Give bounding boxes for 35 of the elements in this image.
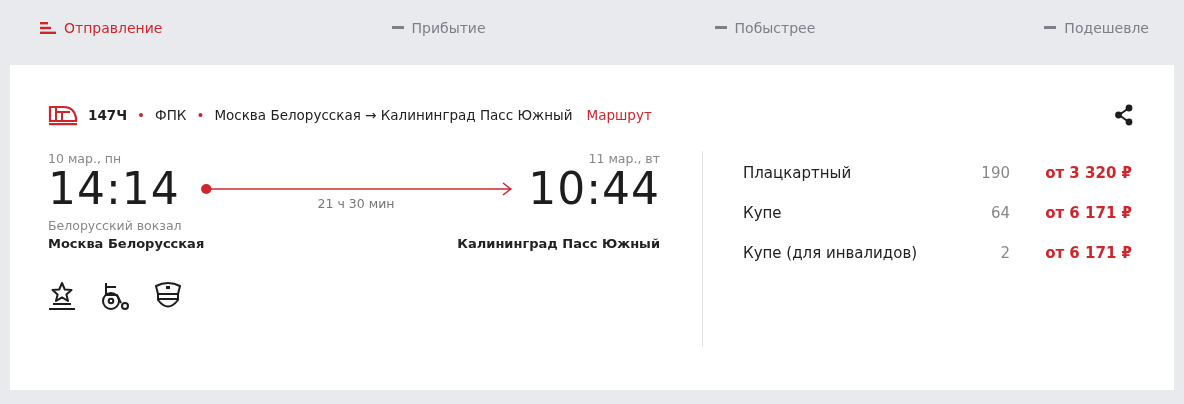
star-podium-icon bbox=[48, 281, 76, 311]
departure-station: Москва Белорусская bbox=[48, 236, 205, 251]
sort-tab[interactable]: Подешевле bbox=[1044, 17, 1149, 38]
carrier: ФПК bbox=[155, 107, 187, 123]
seat-count: 2 bbox=[1000, 244, 1010, 262]
travel-duration: 21 ч 30 мин bbox=[317, 196, 395, 211]
car-class: Плацкартный bbox=[743, 164, 852, 182]
route-text: Москва Белорусская → Калининград Пасс Южный bbox=[214, 107, 573, 123]
car-class: Купе (для инвалидов) bbox=[743, 244, 918, 262]
train-icon bbox=[48, 104, 78, 126]
arrival-date: 11 мар., вт bbox=[588, 151, 660, 166]
arrival-time: 10:44 bbox=[528, 166, 660, 212]
car-class: Купе bbox=[743, 204, 782, 222]
fare-price[interactable]: от 6 171 ₽ bbox=[1010, 244, 1132, 262]
share-icon[interactable] bbox=[1114, 104, 1134, 126]
station-note: Белорусский вокзал bbox=[48, 218, 183, 233]
sort-icon bbox=[40, 21, 56, 34]
dash-icon bbox=[714, 26, 727, 29]
dash-icon bbox=[391, 26, 404, 29]
fare-price[interactable]: от 6 171 ₽ bbox=[1010, 204, 1132, 222]
sort-tab[interactable]: Отправление bbox=[40, 17, 163, 38]
sort-tab[interactable]: Побыстрее bbox=[714, 17, 816, 38]
dash-icon bbox=[1044, 26, 1057, 29]
train-number: 147Ч bbox=[88, 107, 128, 123]
wheelchair-icon bbox=[100, 281, 130, 311]
sort-tab[interactable]: Прибытие bbox=[391, 17, 486, 38]
arrival-station: Калининград Пасс Южный bbox=[457, 236, 660, 251]
route-link[interactable]: Маршрут bbox=[586, 107, 652, 123]
separator-dot: • bbox=[137, 107, 146, 123]
seat-count: 64 bbox=[990, 204, 1010, 222]
departure-time: 14:14 bbox=[48, 166, 180, 212]
seat-count: 190 bbox=[981, 164, 1010, 182]
departure-date: 10 мар., пн bbox=[48, 151, 122, 166]
separator-dot: • bbox=[196, 107, 205, 123]
fare-price[interactable]: от 3 320 ₽ bbox=[1010, 164, 1132, 182]
